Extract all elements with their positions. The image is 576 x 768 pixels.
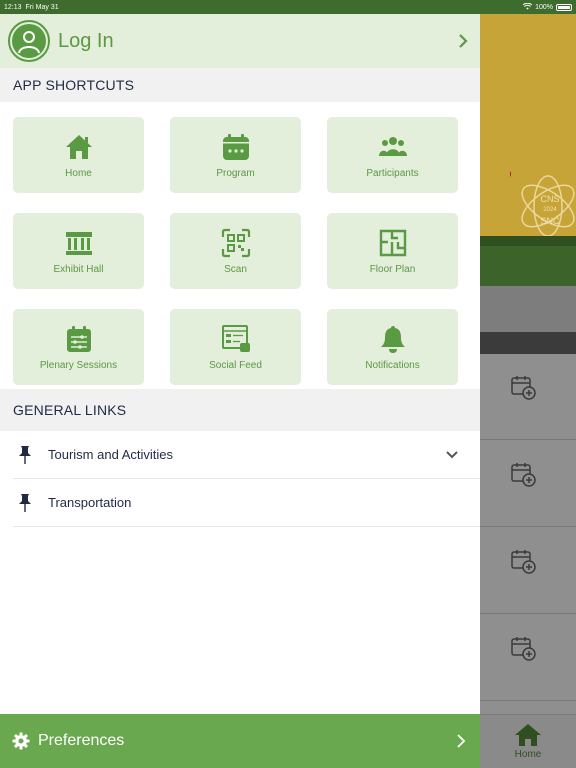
banner-green-band bbox=[480, 246, 576, 286]
bell-icon bbox=[378, 324, 408, 354]
link-label: Tourism and Activities bbox=[48, 447, 173, 462]
shortcut-notifications[interactable]: Notifications bbox=[327, 309, 458, 385]
navigation-drawer: Log In APP SHORTCUTS Home Program Partic… bbox=[0, 14, 480, 768]
shortcut-participants[interactable]: Participants bbox=[327, 117, 458, 193]
shortcut-plenary-sessions[interactable]: Plenary Sessions bbox=[13, 309, 144, 385]
shortcut-label: Participants bbox=[366, 167, 419, 179]
login-row[interactable]: Log In bbox=[0, 14, 480, 68]
status-date: Fri May 31 bbox=[25, 3, 59, 11]
people-icon bbox=[378, 132, 408, 162]
user-icon bbox=[12, 24, 46, 58]
login-label: Log In bbox=[58, 29, 114, 52]
tab-home[interactable]: Home bbox=[480, 714, 576, 768]
add-to-calendar-icon[interactable] bbox=[510, 548, 536, 574]
gear-icon bbox=[12, 732, 30, 750]
chevron-right-icon bbox=[459, 34, 468, 48]
sessions-icon bbox=[64, 324, 94, 354]
shortcut-social-feed[interactable]: Social Feed bbox=[170, 309, 301, 385]
background-row[interactable] bbox=[480, 615, 576, 701]
shortcut-label: Floor Plan bbox=[369, 263, 416, 275]
chevron-right-icon bbox=[457, 734, 466, 748]
pin-icon bbox=[19, 493, 31, 512]
shortcut-exhibit-hall[interactable]: Exhibit Hall bbox=[13, 213, 144, 289]
shortcut-home[interactable]: Home bbox=[13, 117, 144, 193]
shortcut-floor-plan[interactable]: Floor Plan bbox=[327, 213, 458, 289]
general-links-list: Tourism and Activities Transportation bbox=[0, 431, 480, 527]
shortcut-label: Home bbox=[65, 167, 92, 179]
background-app[interactable]: CNS 2024 SNC Home bbox=[480, 14, 576, 768]
battery-icon bbox=[556, 3, 572, 11]
avatar bbox=[8, 20, 50, 62]
general-links-header: GENERAL LINKS bbox=[0, 389, 480, 431]
calendar-icon bbox=[221, 132, 251, 162]
building-icon bbox=[64, 228, 94, 258]
shortcut-program[interactable]: Program bbox=[170, 117, 301, 193]
shortcut-label: Notifications bbox=[365, 359, 420, 371]
shortcut-scan[interactable]: Scan bbox=[170, 213, 301, 289]
wifi-icon bbox=[522, 2, 533, 12]
preferences-label: Preferences bbox=[38, 732, 125, 749]
floor-plan-icon bbox=[378, 228, 408, 258]
status-time: 12:13 bbox=[4, 3, 22, 11]
preferences-button[interactable]: Preferences bbox=[0, 714, 480, 768]
background-row[interactable] bbox=[480, 354, 576, 440]
pin-icon bbox=[19, 445, 31, 464]
home-icon bbox=[515, 724, 541, 746]
shortcuts-grid: Home Program Participants Exhibit Hall S… bbox=[0, 102, 480, 389]
shortcut-label: Exhibit Hall bbox=[53, 263, 104, 275]
background-row[interactable] bbox=[480, 528, 576, 614]
background-row[interactable] bbox=[480, 441, 576, 527]
logo-text: CNS 2024 SNC bbox=[528, 194, 572, 227]
add-to-calendar-icon[interactable] bbox=[510, 635, 536, 661]
background-block bbox=[480, 286, 576, 332]
link-tourism-and-activities[interactable]: Tourism and Activities bbox=[13, 431, 480, 479]
logo-line-3: SNC bbox=[540, 216, 560, 226]
shortcut-label: Plenary Sessions bbox=[39, 359, 118, 371]
add-to-calendar-icon[interactable] bbox=[510, 461, 536, 487]
qr-scan-icon bbox=[221, 228, 251, 258]
battery-percent: 100% bbox=[535, 3, 553, 11]
social-feed-icon bbox=[221, 324, 251, 354]
status-bar: 12:13 Fri May 31 100% bbox=[0, 0, 576, 14]
logo-line-1: CNS bbox=[540, 194, 560, 204]
link-label: Transportation bbox=[48, 495, 132, 510]
tab-home-label: Home bbox=[514, 749, 542, 760]
background-banner: CNS 2024 SNC bbox=[480, 14, 576, 246]
add-to-calendar-icon[interactable] bbox=[510, 374, 536, 400]
shortcut-label: Social Feed bbox=[209, 359, 262, 371]
logo-line-2: 2024 bbox=[543, 207, 557, 213]
app-shortcuts-header: APP SHORTCUTS bbox=[0, 68, 480, 102]
chevron-down-icon[interactable] bbox=[446, 449, 458, 461]
background-section-bar bbox=[480, 332, 576, 354]
link-transportation[interactable]: Transportation bbox=[13, 479, 480, 527]
shortcut-label: Scan bbox=[224, 263, 247, 275]
shortcut-label: Program bbox=[216, 167, 255, 179]
home-icon bbox=[64, 132, 94, 162]
banner-strip bbox=[480, 236, 576, 246]
